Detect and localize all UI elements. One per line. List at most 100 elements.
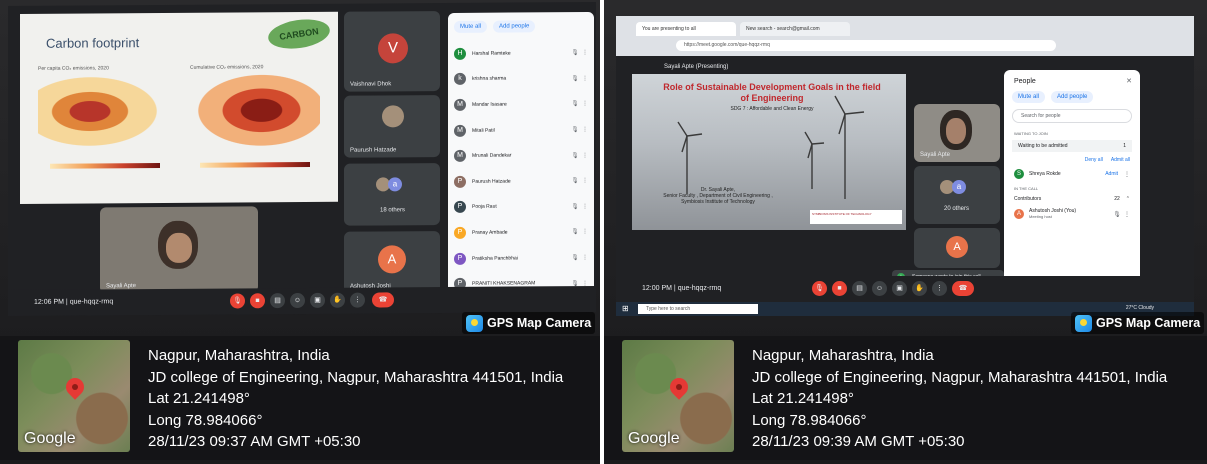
participant-row[interactable]: P Pratiksha Panchbhai 🎙 ⋮ <box>448 245 594 272</box>
mic-off-icon[interactable]: 🎙 <box>568 75 582 82</box>
people-panel: People ✕ Mute all Add people Search for … <box>1004 70 1140 296</box>
pin-icon <box>666 374 692 400</box>
tile-ashutosh[interactable]: A Ashutosh Joshi <box>344 231 440 294</box>
participant-row[interactable]: k krishna sharma 🎙 ⋮ <box>448 66 594 93</box>
participant-row[interactable]: H Harshal Ramteke 🎙 ⋮ <box>448 40 594 67</box>
mute-all-button[interactable]: Mute all <box>454 20 488 33</box>
participant-name: Mitali Patil <box>472 127 495 134</box>
more-icon[interactable]: ⋮ <box>1124 171 1130 178</box>
institute-badge: SYMBIOSIS INSTITUTE OF TECHNOLOGY <box>810 210 902 224</box>
mic-off-icon[interactable]: 🎙 <box>812 281 827 296</box>
meeting-separator: | <box>673 285 676 292</box>
mic-off-icon[interactable]: 🎙 <box>1110 211 1124 218</box>
camera-icon[interactable]: ■ <box>250 293 265 309</box>
location-longitude: Long 78.984066° <box>752 411 867 429</box>
more-icon[interactable]: ⋮ <box>582 49 588 56</box>
emoji-icon[interactable]: ☺ <box>290 292 305 309</box>
search-people-input[interactable]: Search for people <box>1012 109 1132 123</box>
more-icon[interactable]: ⋮ <box>932 281 947 296</box>
windows-start-icon[interactable]: ⊞ <box>622 304 629 313</box>
location-details: Nagpur, Maharashtra, India JD college of… <box>148 345 563 453</box>
tile-vaishnavi[interactable]: V Vaishnavi Dhok <box>344 11 440 92</box>
location-datetime: 28/11/23 09:37 AM GMT +05:30 <box>148 433 361 450</box>
captions-icon[interactable]: ▤ <box>852 281 867 296</box>
mic-off-icon[interactable]: 🎙 <box>568 101 582 108</box>
map-legend-a <box>50 162 160 169</box>
others-count-label: 18 others <box>380 207 406 214</box>
more-icon[interactable]: ⋮ <box>582 254 588 261</box>
photo-right: You are presenting to all New search - s… <box>604 0 1207 464</box>
tile-ashutosh[interactable]: A <box>914 228 1000 268</box>
participant-name: Mandar Isasare <box>472 101 507 108</box>
close-icon[interactable]: ✕ <box>1126 77 1132 85</box>
present-icon[interactable]: ▣ <box>892 281 907 296</box>
world-map-per-capita <box>38 70 168 152</box>
more-icon[interactable]: ⋮ <box>1124 211 1130 218</box>
browser-tab[interactable]: New search - search@gmail.com <box>740 22 850 36</box>
admit-all-button[interactable]: Admit all <box>1111 157 1130 163</box>
more-icon[interactable]: ⋮ <box>582 100 588 107</box>
hand-icon[interactable]: ✋ <box>330 292 345 308</box>
participant-row[interactable]: P Pranay Ambade 🎙 ⋮ <box>448 219 594 246</box>
avatar: S <box>1014 169 1024 179</box>
location-city: Nagpur, Maharashtra, India <box>752 347 934 364</box>
contributor-row: A Ashutosh Joshi (You) Meeting host 🎙 ⋮ <box>1004 205 1140 223</box>
world-map-cumulative <box>190 69 320 151</box>
browser-tab[interactable]: You are presenting to all <box>636 22 736 36</box>
present-icon[interactable]: ▣ <box>310 292 325 308</box>
participant-name: Mrunali Dandekar <box>472 152 512 159</box>
location-city: Nagpur, Maharashtra, India <box>148 347 330 364</box>
location-map-thumbnail: Google <box>622 340 734 452</box>
end-call-icon[interactable]: ☎ <box>372 292 394 308</box>
address-bar[interactable]: https://meet.google.com/que-hqqz-rmq <box>676 40 1056 51</box>
participant-row[interactable]: M Mitali Patil 🎙 ⋮ <box>448 117 594 144</box>
participant-row[interactable]: P Paurush Hatzade 🎙 ⋮ <box>448 168 594 195</box>
mute-all-button[interactable]: Mute all <box>1012 91 1046 103</box>
waiting-label: Waiting to be admitted <box>1018 143 1068 149</box>
add-people-button[interactable]: Add people <box>1051 91 1094 103</box>
more-icon[interactable]: ⋮ <box>582 75 588 82</box>
tile-self-video[interactable]: Sayali Apte <box>100 206 258 294</box>
admit-button[interactable]: Admit <box>1105 171 1118 177</box>
more-icon[interactable]: ⋮ <box>350 292 365 308</box>
more-icon[interactable]: ⋮ <box>582 228 588 235</box>
mic-off-icon[interactable]: 🎙 <box>230 293 245 309</box>
end-call-icon[interactable]: ☎ <box>952 281 974 296</box>
captions-icon[interactable]: ▤ <box>270 293 285 309</box>
tile-presenter[interactable]: Sayali Apte <box>914 104 1000 162</box>
taskbar-search-input[interactable]: Type here to search <box>638 304 758 314</box>
google-logo: Google <box>24 430 76 447</box>
mic-off-icon[interactable]: 🎙 <box>568 254 582 261</box>
mic-off-icon[interactable]: 🎙 <box>568 203 582 210</box>
participant-row[interactable]: M Mandar Isasare 🎙 ⋮ <box>448 91 594 118</box>
participant-name: Pooja Raut <box>472 203 497 211</box>
contributors-header[interactable]: Contributors 22 ⌃ <box>1004 193 1140 205</box>
google-logo: Google <box>628 430 680 447</box>
tile-others[interactable]: a 18 others <box>344 163 440 226</box>
deny-all-button[interactable]: Deny all <box>1085 157 1103 163</box>
emoji-icon[interactable]: ☺ <box>872 281 887 296</box>
tile-others[interactable]: a 20 others <box>914 166 1000 224</box>
add-people-button[interactable]: Add people <box>493 20 536 33</box>
participant-row[interactable]: P Pooja Raut 🎙 ⋮ <box>448 194 594 221</box>
waiting-person: S Shreya Rokde Admit ⋮ <box>1004 166 1140 182</box>
mic-off-icon[interactable]: 🎙 <box>568 177 582 184</box>
waiting-to-be-admitted[interactable]: Waiting to be admitted 1 <box>1012 140 1132 152</box>
more-icon[interactable]: ⋮ <box>582 177 588 184</box>
mic-off-icon[interactable]: 🎙 <box>568 228 582 236</box>
more-icon[interactable]: ⋮ <box>582 152 588 159</box>
mic-off-icon[interactable]: 🎙 <box>568 152 582 159</box>
participant-name: Harshal Ramteke <box>472 50 511 57</box>
others-count-label: 20 others <box>944 206 970 212</box>
hand-icon[interactable]: ✋ <box>912 281 927 296</box>
more-icon[interactable]: ⋮ <box>582 126 588 133</box>
avatar: P <box>454 226 466 239</box>
chevron-up-icon[interactable]: ⌃ <box>1126 196 1130 202</box>
mic-off-icon[interactable]: 🎙 <box>568 49 582 56</box>
participant-row[interactable]: M Mrunali Dandekar 🎙 ⋮ <box>448 142 594 169</box>
more-icon[interactable]: ⋮ <box>582 203 588 210</box>
tile-paurush[interactable]: Paurush Hatzade <box>344 95 440 158</box>
author-org: Symbiosis Institute of Technology <box>681 199 755 205</box>
mic-off-icon[interactable]: 🎙 <box>568 126 582 133</box>
camera-icon[interactable]: ■ <box>832 281 847 296</box>
